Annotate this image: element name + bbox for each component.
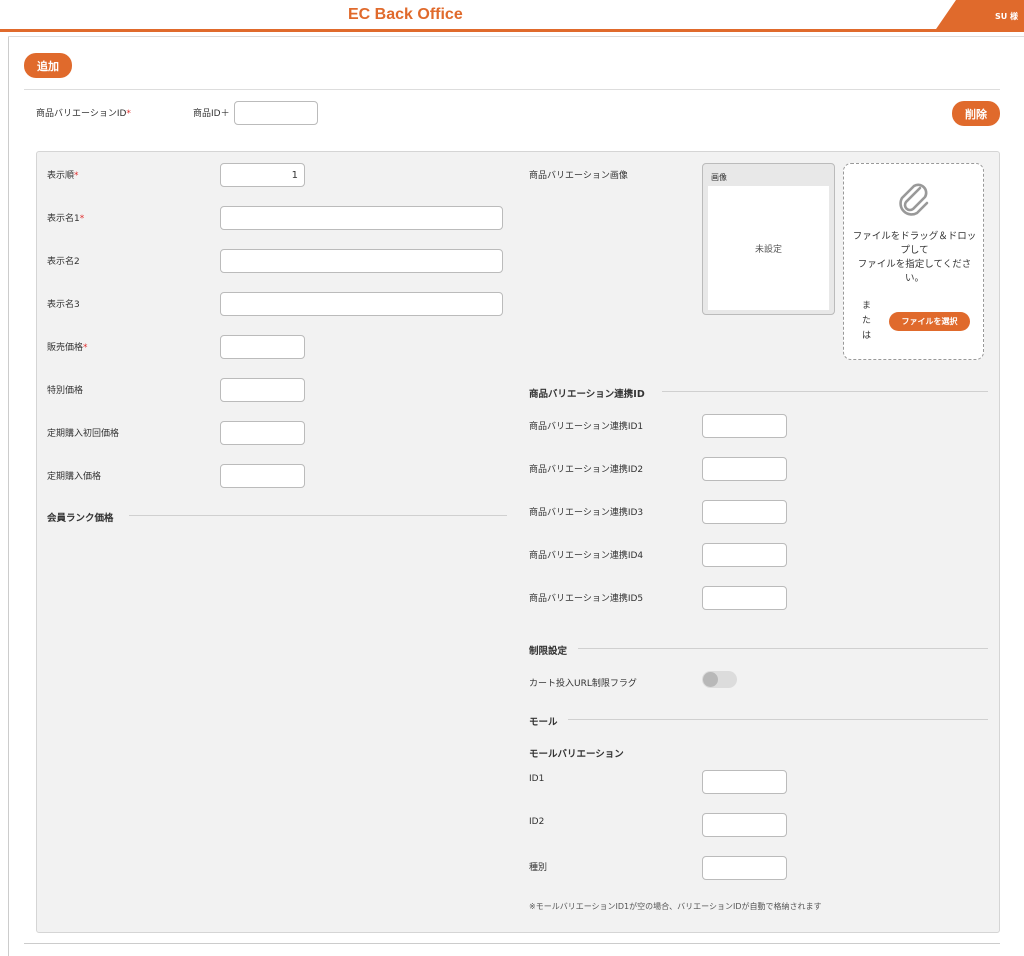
link-id-divider — [662, 391, 988, 392]
link-id4-input[interactable] — [702, 543, 787, 567]
subscription-first-price-label: 定期購入初回価格 — [47, 429, 120, 439]
link-id2-input[interactable] — [702, 457, 787, 481]
bottom-divider — [24, 943, 1000, 944]
display-name3-label: 表示名3 — [47, 300, 80, 310]
link-id3-input[interactable] — [702, 500, 787, 524]
mall-kind-input[interactable] — [702, 856, 787, 880]
display-name2-input[interactable] — [220, 249, 503, 273]
drop-instruction: ファイルをドラッグ＆ドロップして ファイルを指定してください。 — [852, 231, 977, 284]
restriction-divider — [578, 648, 988, 649]
subscription-price-label: 定期購入価格 — [47, 472, 102, 482]
toolbar-divider — [24, 89, 1000, 90]
delete-button[interactable]: 削除 — [952, 101, 1000, 126]
member-rank-divider — [129, 515, 507, 516]
link-id2-label: 商品バリエーション連携ID2 — [529, 465, 644, 475]
variation-image-label: 商品バリエーション画像 — [529, 171, 628, 181]
link-id1-input[interactable] — [702, 414, 787, 438]
display-order-label: 表示順* — [47, 171, 79, 181]
select-file-button[interactable]: ファイルを選択 — [889, 312, 970, 331]
link-id1-label: 商品バリエーション連携ID1 — [529, 422, 644, 432]
mall-kind-label: 種別 — [529, 863, 548, 873]
display-name3-input[interactable] — [220, 292, 503, 316]
image-preview: 未設定 — [708, 186, 829, 310]
variation-id-label: 商品バリエーションID* — [36, 109, 131, 119]
user-label: SU 様 — [994, 12, 1018, 21]
member-rank-section-title: 会員ランク価格 — [47, 513, 114, 524]
subscription-first-price-input[interactable] — [220, 421, 305, 445]
display-order-input[interactable] — [220, 163, 305, 187]
cart-url-flag-toggle[interactable] — [702, 671, 737, 688]
add-button[interactable]: 追加 — [24, 53, 72, 78]
mall-section-title: モール — [529, 717, 558, 728]
toggle-knob — [703, 672, 718, 687]
restriction-section-title: 制限設定 — [529, 646, 568, 657]
mall-divider — [568, 719, 988, 720]
mall-id1-label: ID1 — [529, 774, 545, 784]
or-text: または — [862, 301, 872, 341]
display-name1-label: 表示名1* — [47, 214, 85, 224]
link-id-section-title: 商品バリエーション連携ID — [529, 389, 645, 400]
top-bar: EC Back Office SU 様 — [0, 0, 1024, 32]
user-menu[interactable]: SU 様 — [934, 0, 1024, 32]
mall-id1-input[interactable] — [702, 770, 787, 794]
special-price-label: 特別価格 — [47, 386, 84, 396]
display-name2-label: 表示名2 — [47, 257, 80, 267]
variation-id-input[interactable] — [234, 101, 318, 125]
top-divider — [8, 36, 1024, 37]
link-id5-input[interactable] — [702, 586, 787, 610]
mall-variation-subtitle: モールバリエーション — [529, 749, 624, 760]
link-id5-label: 商品バリエーション連携ID5 — [529, 594, 644, 604]
sale-price-input[interactable] — [220, 335, 305, 359]
subscription-price-input[interactable] — [220, 464, 305, 488]
mall-note: ※モールバリエーションID1が空の場合、バリエーションIDが自動で格納されます — [529, 902, 822, 911]
image-unset-text: 未設定 — [754, 244, 782, 255]
link-id3-label: 商品バリエーション連携ID3 — [529, 508, 644, 518]
cart-url-flag-label: カート投入URL制限フラグ — [529, 679, 637, 689]
display-name1-input[interactable] — [220, 206, 503, 230]
paperclip-icon — [899, 183, 929, 216]
left-border — [8, 36, 9, 956]
product-id-prefix-label: 商品ID＋ — [193, 109, 230, 119]
mall-id2-input[interactable] — [702, 813, 787, 837]
image-box-header: 画像 — [711, 173, 727, 182]
sale-price-label: 販売価格* — [47, 343, 88, 353]
link-id4-label: 商品バリエーション連携ID4 — [529, 551, 644, 561]
mall-id2-label: ID2 — [529, 817, 545, 827]
app-title: EC Back Office — [348, 6, 463, 23]
special-price-input[interactable] — [220, 378, 305, 402]
image-preview-box: 画像 未設定 — [702, 163, 835, 315]
